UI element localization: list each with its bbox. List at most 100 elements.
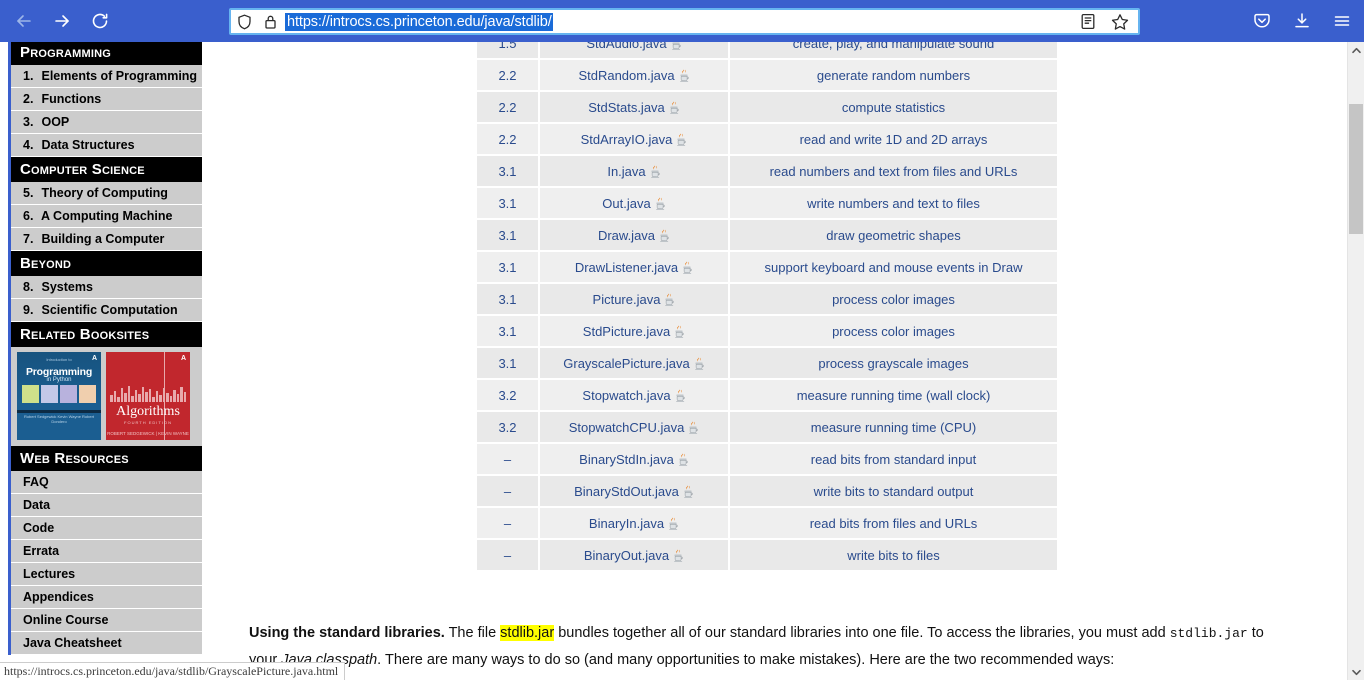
java-cup-icon bbox=[673, 549, 684, 562]
file-link[interactable]: DrawListener.java bbox=[575, 260, 678, 275]
file-link[interactable]: Picture.java bbox=[593, 292, 661, 307]
sidebar-item-scientific-computation[interactable]: 9. Scientific Computation bbox=[11, 299, 202, 322]
table-cell-section: 3.1 bbox=[477, 315, 540, 348]
description-link[interactable]: measure running time (CPU) bbox=[811, 420, 976, 435]
sidebar-item-data-structures[interactable]: 4. Data Structures bbox=[11, 134, 202, 157]
sidebar-item-online-course[interactable]: Online Course bbox=[11, 609, 202, 632]
file-link[interactable]: GrayscalePicture.java bbox=[563, 356, 689, 371]
url-text[interactable]: https://introcs.cs.princeton.edu/java/st… bbox=[285, 12, 553, 31]
java-cup-icon bbox=[675, 389, 686, 402]
url-text-wrapper[interactable]: https://introcs.cs.princeton.edu/java/st… bbox=[283, 12, 1074, 31]
status-bar-url: https://introcs.cs.princeton.edu/java/st… bbox=[4, 664, 339, 678]
sidebar-item-functions[interactable]: 2. Functions bbox=[11, 88, 202, 111]
table-cell-section: 2.2 bbox=[477, 59, 540, 92]
downloads-icon[interactable] bbox=[1286, 5, 1318, 37]
status-bar: https://introcs.cs.princeton.edu/java/st… bbox=[0, 662, 346, 680]
description-link[interactable]: process color images bbox=[832, 292, 955, 307]
table-cell-description: process grayscale images bbox=[729, 347, 1057, 380]
sidebar-item-building-a-computer[interactable]: 7. Building a Computer bbox=[11, 228, 202, 251]
table-cell-file: StdStats.java bbox=[539, 91, 730, 124]
description-link[interactable]: process color images bbox=[832, 324, 955, 339]
sidebar-item-systems[interactable]: 8. Systems bbox=[11, 276, 202, 299]
page-viewport: Programming 1. Elements of Programming 2. … bbox=[0, 42, 1364, 680]
table-row: 3.2 StopwatchCPU.java measure running time… bbox=[477, 411, 1057, 444]
description-link[interactable]: generate random numbers bbox=[817, 68, 970, 83]
description-link[interactable]: read bits from standard input bbox=[811, 452, 976, 467]
file-link[interactable]: Out.java bbox=[602, 196, 650, 211]
sidebar-item-a-computing-machine[interactable]: 6. A Computing Machine bbox=[11, 205, 202, 228]
sidebar-item-number: 3. bbox=[23, 115, 34, 129]
sidebar-item-label: Java Cheatsheet bbox=[23, 636, 122, 650]
file-link[interactable]: BinaryIn.java bbox=[589, 516, 664, 531]
reader-view-icon[interactable] bbox=[1074, 10, 1102, 34]
file-link[interactable]: BinaryStdOut.java bbox=[574, 484, 679, 499]
sidebar-item-code[interactable]: Code bbox=[11, 517, 202, 540]
table-cell-description: process color images bbox=[729, 315, 1057, 348]
description-link[interactable]: compute statistics bbox=[842, 100, 945, 115]
file-link[interactable]: StdPicture.java bbox=[583, 324, 670, 339]
table-row: 1.5 StdAudio.java create, play, and manipu… bbox=[477, 42, 1057, 60]
sidebar-item-lectures[interactable]: Lectures bbox=[11, 563, 202, 586]
publisher-logo: A bbox=[180, 355, 186, 362]
book-title: Algorithms bbox=[116, 404, 180, 419]
chrome-action-group bbox=[1246, 5, 1358, 37]
book-cover-programming-in-python[interactable]: A Introduction to Programming in Python Robe… bbox=[17, 352, 101, 440]
sidebar-item-faq[interactable]: FAQ bbox=[11, 471, 202, 494]
file-link[interactable]: BinaryStdIn.java bbox=[579, 452, 674, 467]
sidebar-item-number: 1. bbox=[23, 69, 34, 83]
lock-icon[interactable] bbox=[257, 14, 283, 30]
table-row: 2.2 StdStats.java compute statistics bbox=[477, 91, 1057, 124]
chevron-up-icon[interactable] bbox=[1348, 42, 1364, 58]
description-link[interactable]: write numbers and text to files bbox=[807, 196, 980, 211]
table-cell-file: StdArrayIO.java bbox=[539, 123, 730, 156]
back-button[interactable] bbox=[6, 5, 42, 37]
sidebar-item-java-cheatsheet[interactable]: Java Cheatsheet bbox=[11, 632, 202, 655]
java-cup-icon bbox=[674, 325, 685, 338]
description-link[interactable]: process grayscale images bbox=[818, 356, 968, 371]
file-link[interactable]: StdRandom.java bbox=[578, 68, 674, 83]
description-link[interactable]: read numbers and text from files and URL… bbox=[770, 164, 1018, 179]
pocket-save-icon[interactable] bbox=[1246, 5, 1278, 37]
scrollbar-thumb[interactable] bbox=[1349, 104, 1363, 234]
description-link[interactable]: write bits to files bbox=[847, 548, 939, 563]
file-link[interactable]: BinaryOut.java bbox=[584, 548, 669, 563]
reload-button[interactable] bbox=[82, 5, 118, 37]
sidebar-item-appendices[interactable]: Appendices bbox=[11, 586, 202, 609]
file-link[interactable]: StopwatchCPU.java bbox=[569, 420, 685, 435]
paragraph-mono-stdlib-jar: stdlib.jar bbox=[1169, 626, 1248, 641]
file-link[interactable]: StdAudio.java bbox=[586, 42, 666, 51]
file-link[interactable]: StdArrayIO.java bbox=[581, 132, 673, 147]
address-bar[interactable]: https://introcs.cs.princeton.edu/java/st… bbox=[229, 8, 1140, 35]
hamburger-menu-icon[interactable] bbox=[1326, 5, 1358, 37]
vertical-scrollbar[interactable] bbox=[1347, 42, 1364, 680]
file-link[interactable]: Stopwatch.java bbox=[582, 388, 670, 403]
description-link[interactable]: read bits from files and URLs bbox=[810, 516, 978, 531]
star-bookmark-icon[interactable] bbox=[1106, 10, 1134, 34]
highlighted-stdlib-jar: stdlib.jar bbox=[500, 625, 555, 641]
address-bar-actions bbox=[1074, 10, 1138, 34]
sidebar-item-oop[interactable]: 3. OOP bbox=[11, 111, 202, 134]
table-cell-file: Out.java bbox=[539, 187, 730, 220]
chevron-down-icon[interactable] bbox=[1348, 664, 1364, 680]
file-link[interactable]: StdStats.java bbox=[588, 100, 665, 115]
shield-icon[interactable] bbox=[231, 14, 257, 30]
sidebar-item-errata[interactable]: Errata bbox=[11, 540, 202, 563]
description-link[interactable]: measure running time (wall clock) bbox=[797, 388, 991, 403]
forward-button[interactable] bbox=[44, 5, 80, 37]
sidebar-item-elements-of-programming[interactable]: 1. Elements of Programming bbox=[11, 65, 202, 88]
description-link[interactable]: read and write 1D and 2D arrays bbox=[800, 132, 988, 147]
sidebar-item-data[interactable]: Data bbox=[11, 494, 202, 517]
description-link[interactable]: support keyboard and mouse events in Dra… bbox=[765, 260, 1023, 275]
description-link[interactable]: draw geometric shapes bbox=[826, 228, 960, 243]
sidebar-item-theory-of-computing[interactable]: 5. Theory of Computing bbox=[11, 182, 202, 205]
java-cup-icon bbox=[694, 357, 705, 370]
sidebar-item-label: Theory of Computing bbox=[41, 186, 168, 200]
file-link[interactable]: In.java bbox=[607, 164, 645, 179]
book-divider bbox=[17, 410, 101, 413]
description-link[interactable]: write bits to standard output bbox=[814, 484, 974, 499]
paragraph-text-4: . There are many ways to do so (and many… bbox=[377, 652, 1115, 668]
file-link[interactable]: Draw.java bbox=[598, 228, 655, 243]
book-cover-algorithms[interactable]: A Algorithms FOURTH EDITION ROBERT SEDGEWIC… bbox=[106, 352, 190, 440]
table-cell-file: Stopwatch.java bbox=[539, 379, 730, 412]
description-link[interactable]: create, play, and manipulate sound bbox=[793, 42, 994, 51]
